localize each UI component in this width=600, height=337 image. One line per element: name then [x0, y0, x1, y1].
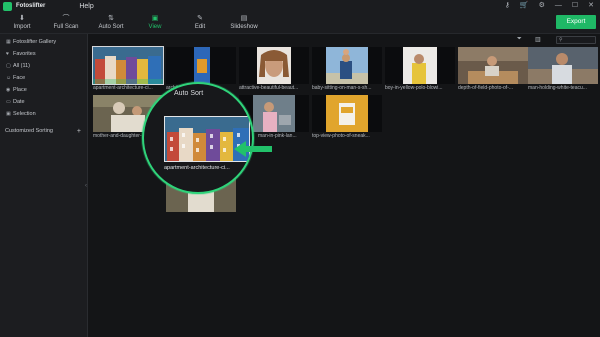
- photo-caption: boy-in-yellow-polo-blowi...: [385, 85, 443, 91]
- auto-sort-button[interactable]: ⇅ Auto Sort: [91, 14, 131, 30]
- filter-row: ⏷ ▥ ⚲: [89, 34, 600, 46]
- slideshow-label: Slideshow: [230, 24, 258, 30]
- images-icon: ▢: [6, 63, 11, 69]
- photo-image: [239, 47, 309, 84]
- sidebar-item-label: Selection: [13, 111, 36, 117]
- app-name: Fotoslifter: [16, 3, 46, 9]
- photo-image: [458, 47, 528, 84]
- menu-help[interactable]: Help: [79, 3, 93, 10]
- view-label: View: [148, 24, 162, 30]
- sidebar-item-label: Face: [13, 75, 26, 81]
- photo-thumbnail[interactable]: [166, 47, 236, 84]
- pointer-arrow-icon: [234, 141, 272, 157]
- sidebar-item-face[interactable]: ☺ Face: [0, 72, 87, 84]
- auto-sort-label: Auto Sort: [98, 24, 124, 30]
- photo-image: [528, 47, 598, 84]
- collapse-sidebar-icon[interactable]: ‹: [85, 183, 87, 189]
- toolbar: ⬇ Import ⌒ Full Scan ⇅ Auto Sort ▣ View …: [0, 12, 600, 34]
- place-icon: ◉: [6, 87, 11, 93]
- full-scan-label: Full Scan: [53, 24, 79, 30]
- photo-caption: man-holding-white-teacu...: [528, 85, 587, 91]
- sidebar-item-label: Place: [13, 87, 27, 93]
- photo-thumbnail[interactable]: [312, 47, 382, 84]
- photo-caption: apartment-architecture-ci...: [93, 85, 153, 91]
- window-controls: ⚷ 🛒 ⚙ — ☐ ✕: [505, 2, 594, 10]
- photo-image: [93, 47, 163, 84]
- photo-thumbnail[interactable]: [312, 95, 382, 132]
- scan-icon: ⌒: [62, 15, 70, 22]
- import-button[interactable]: ⬇ Import: [2, 14, 42, 30]
- import-label: Import: [13, 24, 31, 30]
- sidebar-item-label: Customized Sorting: [5, 128, 53, 134]
- photo-caption: baby-sitting-on-man-s-sh...: [312, 85, 372, 91]
- add-sorting-button[interactable]: +: [77, 128, 81, 135]
- edit-label: Edit: [194, 24, 206, 30]
- photo-thumbnail[interactable]: [458, 47, 528, 84]
- view-icon: ▣: [151, 15, 159, 22]
- gallery-icon: ▦: [6, 39, 11, 45]
- maximize-icon[interactable]: ☐: [572, 2, 578, 10]
- close-icon[interactable]: ✕: [588, 2, 594, 10]
- sidebar-item-place[interactable]: ◉ Place: [0, 84, 87, 96]
- minimize-icon[interactable]: —: [555, 2, 562, 10]
- slideshow-button[interactable]: ▤ Slideshow: [224, 14, 264, 30]
- photo-caption: top-view-photo-of-sneak...: [312, 133, 370, 139]
- photo-caption: depth-of-field-photo-of-...: [458, 85, 514, 91]
- photo-image: [166, 47, 236, 84]
- photo-image: [312, 95, 382, 132]
- edit-button[interactable]: ✎ Edit: [180, 14, 220, 30]
- view-button[interactable]: ▣ View: [135, 14, 175, 30]
- calendar-icon: ▭: [6, 99, 11, 105]
- photo-thumbnail[interactable]: [385, 47, 455, 84]
- photo-caption: attractive-beautiful-beaut...: [239, 85, 299, 91]
- sidebar-item-label: Favorites: [13, 51, 36, 57]
- key-icon[interactable]: ⚷: [505, 2, 510, 10]
- photo-image: [312, 47, 382, 84]
- photo-thumbnail[interactable]: [528, 47, 598, 84]
- export-button[interactable]: Export: [556, 15, 596, 29]
- app-logo-icon: [3, 1, 12, 11]
- slideshow-icon: ▤: [240, 15, 248, 22]
- sort-icon: ⇅: [108, 15, 114, 22]
- search-box[interactable]: ⚲: [556, 36, 596, 44]
- sidebar-item-favorites[interactable]: ♥ Favorites: [0, 48, 87, 60]
- edit-icon: ✎: [197, 15, 203, 22]
- cart-icon[interactable]: 🛒: [520, 2, 529, 10]
- sidebar-item-label: All (11): [13, 63, 31, 69]
- selection-icon: ▣: [6, 111, 11, 117]
- settings-icon[interactable]: ⚙: [539, 2, 545, 10]
- photo-thumbnail[interactable]: [239, 47, 309, 84]
- zoom-callout-title: Auto Sort: [174, 90, 204, 97]
- sidebar-item-gallery[interactable]: ▦ Fotoslifter Gallery: [0, 36, 87, 48]
- sidebar-item-date[interactable]: ▭ Date: [0, 96, 87, 108]
- search-input[interactable]: [564, 37, 595, 43]
- menu-bar: Fotoslifter Help ⚷ 🛒 ⚙ — ☐ ✕: [0, 0, 600, 12]
- sidebar-item-label: Date: [13, 99, 25, 105]
- sidebar-item-label: Fotoslifter Gallery: [13, 39, 57, 45]
- zoom-callout-caption: apartment-architecture-ci...: [164, 165, 230, 171]
- sidebar: ▦ Fotoslifter Gallery ♥ Favorites ▢ All …: [0, 34, 88, 337]
- filter-icon[interactable]: ⏷: [517, 36, 522, 43]
- sidebar-item-all[interactable]: ▢ All (11): [0, 60, 87, 72]
- photo-image: [385, 47, 455, 84]
- import-icon: ⬇: [19, 15, 25, 22]
- grid-view-icon[interactable]: ▥: [535, 36, 541, 43]
- face-icon: ☺: [6, 75, 12, 81]
- heart-icon: ♥: [6, 51, 9, 57]
- search-icon: ⚲: [559, 37, 563, 43]
- photo-thumbnail[interactable]: [92, 46, 164, 85]
- sidebar-item-selection[interactable]: ▣ Selection: [0, 108, 87, 120]
- zoom-callout: Auto Sort apartment-architecture-ci...: [142, 82, 254, 194]
- sidebar-item-customized-sorting[interactable]: Customized Sorting +: [0, 125, 87, 137]
- full-scan-button[interactable]: ⌒ Full Scan: [46, 14, 86, 30]
